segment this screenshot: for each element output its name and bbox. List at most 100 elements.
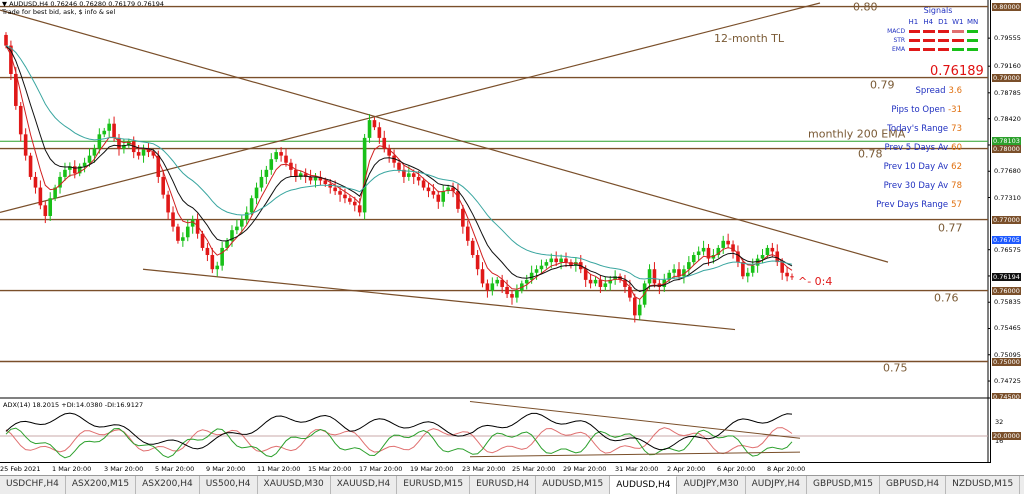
candle-body [407, 173, 411, 177]
candle-body [112, 123, 116, 138]
annotation-l075: 0.75 [883, 362, 908, 375]
candle-body [701, 247, 706, 252]
time-axis-label: 6 Apr 20:00 [717, 465, 756, 473]
candle-body [726, 240, 730, 245]
chart-tab-gbpusd-h4[interactable]: GBPUSD,H4 [880, 476, 947, 494]
candle-body [338, 191, 342, 195]
adx-tick-label: 32 [995, 418, 1004, 427]
candle-body [426, 187, 431, 192]
candle-body [431, 191, 436, 195]
chart-tab-audjpy-m30[interactable]: AUDJPY,M30 [677, 476, 746, 494]
price-tick-label: 0.75835 [994, 298, 1021, 307]
candle-body [416, 176, 421, 181]
chart-tab-asx200-h4[interactable]: ASX200,H4 [136, 476, 200, 494]
candle-body [564, 258, 568, 263]
signal-row-label: STR [893, 36, 906, 44]
candle-body [357, 205, 362, 213]
signal-cell [966, 29, 979, 33]
candle-body [269, 159, 274, 170]
candle-body [92, 148, 97, 156]
price-tick-label: 0.75465 [994, 324, 1021, 333]
chart-tab-audusd-m15[interactable]: AUDUSD,M15 [536, 476, 611, 494]
chart-tab-eurusd-h4[interactable]: EURUSD,H4 [470, 476, 537, 494]
price-level-label: 0.76705 [992, 236, 1021, 245]
time-axis-label: 15 Mar 20:00 [308, 465, 352, 473]
candle-body [539, 265, 544, 270]
chart-tab-nzdusd-h4[interactable]: NZDUSD,H4 [1020, 476, 1024, 494]
signal-cell [952, 29, 964, 33]
candle-body [790, 276, 794, 278]
signal-cell [937, 47, 950, 51]
time-axis-label: 11 Mar 20:00 [257, 465, 301, 473]
signals-panel: Signals H1 H4 D1 W1 MN MACD STR EMA [880, 6, 980, 53]
candle-body [63, 169, 67, 177]
chart-tab-gbpusd-m15[interactable]: GBPUSD,M15 [807, 476, 880, 494]
price-tick-label: 0.74725 [994, 377, 1021, 386]
time-axis-label: 31 Mar 20:00 [615, 465, 659, 473]
candle-body [215, 265, 220, 270]
stat-label: Prev 5 Days Av [884, 143, 949, 153]
time-axis[interactable]: 25 Feb 2021 1 Mar 20:00 3 Mar 20:00 5 Mar 2… [0, 463, 990, 475]
chart-tab-nzdusd-m15[interactable]: NZDUSD,M15 [946, 476, 1021, 494]
candle-body [294, 169, 298, 177]
candle-body [377, 127, 382, 138]
candle-body [721, 240, 726, 248]
candle-body [333, 187, 337, 192]
stat-value: 60 [951, 143, 962, 153]
candle-body [397, 162, 401, 170]
candle-body [785, 272, 789, 277]
price-level-label: 0.79000 [992, 73, 1021, 82]
signal-cell [908, 29, 921, 33]
chart-tab-us500-h4[interactable]: US500,H4 [200, 476, 258, 494]
candle-body [136, 152, 141, 156]
stat-row: Prev 5 Days Av 60 [885, 143, 962, 153]
price-tick-label: 0.76575 [994, 245, 1021, 254]
chart-tab-usdchf-h4[interactable]: USDCHF,H4 [0, 476, 66, 494]
signals-timeframes: H1 H4 D1 W1 MN [906, 18, 980, 26]
price-axis[interactable]: 0.795550.791600.787850.784200.780500.776… [990, 0, 1024, 401]
signal-cell [966, 47, 979, 51]
candle-body [284, 155, 288, 163]
annotation-l078: 0.78 [858, 148, 883, 161]
price-level-label: 0.77000 [992, 215, 1021, 224]
price-level-label: 0.76194 [992, 272, 1021, 281]
price-chart[interactable]: 0.8012-month TL0.79monthly 200 EMA0.780.… [0, 0, 990, 399]
chart-tab-audjpy-h4[interactable]: AUDJPY,H4 [746, 476, 808, 494]
time-axis-label: 9 Mar 20:00 [206, 465, 246, 473]
candle-body [529, 272, 534, 280]
chart-tab-xauusd-h4[interactable]: XAUUSD,H4 [331, 476, 398, 494]
adx-level-label: 20.0000 [992, 432, 1021, 440]
chart-tab-xauusd-m30[interactable]: XAUUSD,M30 [258, 476, 331, 494]
candle-body [166, 194, 170, 213]
annotation-l076: 0.76 [934, 292, 959, 305]
price-tick-label: 0.79160 [994, 62, 1021, 71]
time-axis-label: 17 Mar 20:00 [359, 465, 403, 473]
signal-cell [908, 47, 921, 51]
chart-tab-asx200-m15[interactable]: ASX200,M15 [66, 476, 137, 494]
time-axis-label: 5 Mar 20:00 [155, 465, 195, 473]
chart-tab-audusd-h4[interactable]: AUDUSD,H4 [610, 476, 678, 494]
stat-row: Prev 10 Day Av 62 [884, 162, 962, 172]
candle-body [691, 255, 696, 263]
signal-row-str: STR [880, 36, 980, 44]
signals-grid: MACD STR EMA [880, 27, 980, 53]
candle-body [205, 247, 210, 256]
candle-body [490, 283, 495, 291]
signal-cell [908, 38, 921, 42]
signal-cell [923, 47, 935, 51]
candle-body [461, 208, 465, 227]
candle-body [352, 201, 357, 206]
candle-body [770, 247, 775, 252]
chart-tab-eurusd-m15[interactable]: EURUSD,M15 [397, 476, 471, 494]
candle-body [18, 105, 23, 135]
time-axis-label: 8 Apr 20:00 [767, 465, 806, 473]
candle-body [603, 283, 608, 287]
candle-body [141, 148, 146, 156]
candle-body [741, 262, 745, 277]
adx-indicator-panel[interactable]: ADX(14) 18.2015 +DI:14.0380 -DI:16.9127 [0, 399, 990, 463]
candle-body [647, 269, 652, 284]
candle-body [259, 176, 264, 188]
chart-background [0, 0, 990, 399]
stat-label: Today's Range [887, 124, 949, 134]
candle-body [672, 269, 676, 273]
